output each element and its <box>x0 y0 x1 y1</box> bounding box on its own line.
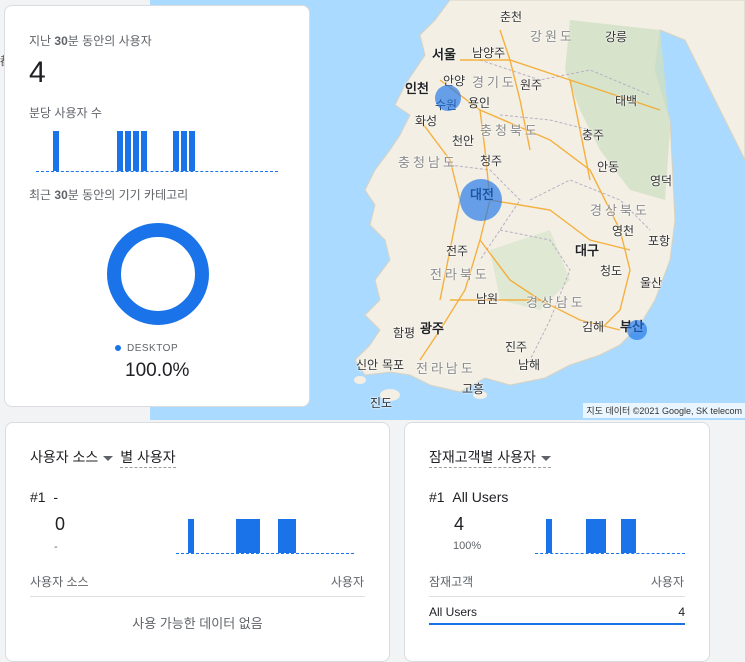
realtime-users-card: 지난 30분 동안의 사용자 4 분당 사용자 수 최근 30분 동안의 기기 … <box>4 5 310 407</box>
users-by-source-card: 사용자 소스 별 사용자 #1 - 0 - 사용자 소스 사용자 사용 가능한 … <box>5 422 390 662</box>
city-label: 남원 <box>476 292 499 306</box>
region-label: 경상남도 <box>526 295 586 310</box>
minute-bar <box>133 131 139 171</box>
minute-bar <box>290 519 296 553</box>
minute-bar <box>117 131 123 171</box>
dropdown-arrow-icon <box>103 455 114 461</box>
minute-bar <box>631 519 636 553</box>
city-label: 원주 <box>520 78 543 92</box>
table-divider <box>429 596 685 597</box>
map-attribution: 지도 데이터 ©2021 Google, SK telecom <box>583 403 745 418</box>
donut-slice-desktop[interactable] <box>107 223 209 325</box>
city-label: 태백 <box>615 94 638 108</box>
city-label: 신안 <box>356 358 379 372</box>
city-label: 영덕 <box>650 174 673 188</box>
table-divider <box>30 596 365 597</box>
minute-bar <box>53 131 59 171</box>
source-top-subvalue: - <box>54 541 58 553</box>
source-dimension-dropdown[interactable]: 사용자 소스 <box>30 449 114 465</box>
city-label: 영천 <box>612 224 635 238</box>
city-label: 강릉 <box>605 30 628 44</box>
legend-dot <box>115 345 121 352</box>
device-percent: 100.0% <box>125 360 190 381</box>
audience-users-value: 4 <box>678 605 685 619</box>
users-count: 4 <box>29 56 46 89</box>
audience-top-value: 4 <box>454 514 465 534</box>
device-donut-chart <box>107 223 209 325</box>
source-top-value: 0 <box>55 514 66 534</box>
minute-bar <box>173 131 179 171</box>
region-label: 전라남도 <box>416 361 476 376</box>
city-label: 목포 <box>382 358 405 372</box>
city-label: 인천 <box>405 81 429 96</box>
region-label: 경기도 <box>472 75 517 90</box>
city-label: 진주 <box>505 340 528 354</box>
city-label: 남해 <box>518 358 541 372</box>
chart-baseline <box>535 553 685 554</box>
city-label: 대구 <box>575 243 599 258</box>
minute-bar <box>181 131 187 171</box>
users-by-audience-card: 잠재고객별 사용자 #1 All Users 4 100% 잠재고객 사용자 A… <box>404 422 710 662</box>
city-label: 청도 <box>600 264 623 278</box>
minute-bar <box>254 519 260 553</box>
users-30min-label: 지난 30분 동안의 사용자 <box>29 34 152 48</box>
device-category-label: 최근 30분 동안의 기기 카테고리 <box>29 188 189 202</box>
city-label: 진도 <box>370 396 393 410</box>
minute-bar <box>546 519 552 553</box>
city-label: 포항 <box>648 234 671 248</box>
source-sparkline <box>176 515 354 555</box>
city-label: 함평 <box>393 326 416 340</box>
users-per-minute-label: 분당 사용자 수 <box>29 106 102 120</box>
city-label: 남양주 <box>472 46 506 60</box>
chart-baseline <box>176 553 354 554</box>
audience-sparkline <box>535 515 685 555</box>
source-top-rank: #1 - <box>30 489 59 505</box>
user-location-marker[interactable] <box>627 320 647 340</box>
audience-top-subvalue: 100% <box>453 540 482 552</box>
dropdown-arrow-icon <box>540 455 551 461</box>
city-label: 용인 <box>468 96 491 110</box>
minute-bar <box>189 131 195 171</box>
region-label: 전라북도 <box>430 267 490 282</box>
city-label: 청주 <box>480 154 503 168</box>
audience-share-bar <box>429 623 685 625</box>
users-col-header: 사용자 <box>330 575 364 589</box>
audience-dimension-dropdown[interactable]: 잠재고객별 사용자 <box>429 449 551 468</box>
city-label: 충주 <box>582 128 605 142</box>
city-label: 안동 <box>597 160 620 174</box>
device-legend: DESKTOP <box>115 343 178 354</box>
city-label: 춘천 <box>500 10 523 24</box>
source-col-header: 사용자 소스 <box>30 575 89 589</box>
empty-data-message: 사용 가능한 데이터 없음 <box>132 616 263 631</box>
minute-bar <box>188 519 194 553</box>
user-location-marker[interactable] <box>435 85 461 111</box>
minute-bar <box>141 131 147 171</box>
region-label: 충청남도 <box>398 155 458 170</box>
users-col-header: 사용자 <box>650 575 684 589</box>
chart-baseline <box>36 171 278 172</box>
source-card-title: 사용자 소스 별 사용자 <box>30 447 176 468</box>
minute-bar <box>601 519 606 553</box>
audience-card-title: 잠재고객별 사용자 <box>429 447 551 468</box>
region-label: 경상북도 <box>590 203 650 218</box>
audience-name: All Users <box>429 605 478 619</box>
city-label: 화성 <box>415 114 438 128</box>
city-label: 전주 <box>446 244 469 258</box>
city-label: 울산 <box>640 276 663 290</box>
city-label: 광주 <box>420 321 444 336</box>
audience-col-header: 잠재고객 <box>429 575 474 589</box>
audience-top-rank: #1 All Users <box>429 489 509 505</box>
city-label: 천안 <box>452 134 475 148</box>
region-label: 강원도 <box>530 29 575 44</box>
table-row[interactable]: All Users 4 <box>429 605 685 627</box>
city-label: 김해 <box>582 320 605 334</box>
city-label: 고흥 <box>462 382 485 396</box>
minute-bar <box>125 131 131 171</box>
users-per-minute-chart <box>36 126 278 174</box>
region-label: 충청북도 <box>480 123 540 138</box>
user-location-marker[interactable] <box>460 179 502 221</box>
city-label: 서울 <box>432 47 456 62</box>
source-title-suffix: 별 사용자 <box>120 449 176 468</box>
